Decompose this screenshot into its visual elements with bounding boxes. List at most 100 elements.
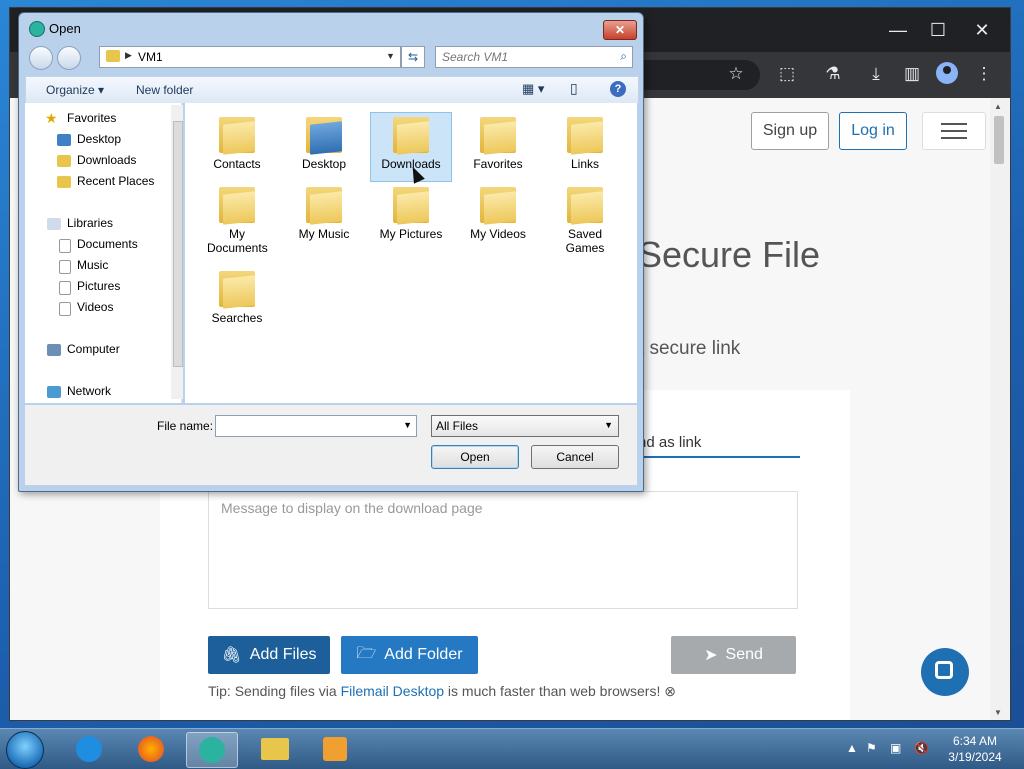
folder-view: Contacts Desktop Downloads Favorites Lin… bbox=[185, 103, 637, 403]
hamburger-menu-icon[interactable] bbox=[922, 112, 986, 150]
nav-documents[interactable]: Documents bbox=[77, 237, 138, 251]
folder-icon bbox=[306, 113, 342, 155]
tip-suffix: is much faster than web browsers! bbox=[444, 683, 661, 699]
send-button[interactable]: ➤ Send bbox=[671, 636, 796, 674]
new-folder-button[interactable]: New folder bbox=[136, 83, 193, 97]
minimize-button[interactable]: — bbox=[886, 20, 910, 41]
nav-music[interactable]: Music bbox=[77, 258, 108, 272]
dismiss-tip-icon[interactable]: ⊗ bbox=[664, 683, 676, 699]
chat-support-icon[interactable] bbox=[921, 648, 969, 696]
file-explorer-icon[interactable] bbox=[250, 732, 300, 766]
folder-icon bbox=[393, 183, 429, 225]
filemail-desktop-link[interactable]: Filemail Desktop bbox=[341, 683, 444, 699]
cancel-button[interactable]: Cancel bbox=[531, 445, 619, 469]
add-folder-button[interactable]: 🗁 Add Folder bbox=[341, 636, 478, 674]
login-button[interactable]: Log in bbox=[839, 112, 907, 150]
folder-icon bbox=[393, 113, 429, 155]
extensions-icon[interactable]: ⬚ bbox=[776, 64, 798, 84]
folder-my-music[interactable]: My Music bbox=[284, 183, 364, 241]
nav-videos[interactable]: Videos bbox=[77, 300, 113, 314]
folder-label: My Videos bbox=[470, 227, 526, 241]
nav-scrollbar-thumb[interactable] bbox=[173, 121, 183, 367]
start-button[interactable] bbox=[6, 731, 44, 769]
command-bar: Organize ▾ New folder ▦ ▾ ▯ ? bbox=[25, 76, 639, 104]
nav-desktop[interactable]: Desktop bbox=[77, 132, 121, 146]
scroll-down-arrow-icon[interactable]: ▼ bbox=[994, 708, 1002, 717]
refresh-icon[interactable]: ⇆ bbox=[401, 46, 425, 68]
message-textarea[interactable]: Message to display on the download page bbox=[208, 491, 798, 609]
maximize-button[interactable]: ☐ bbox=[926, 20, 950, 41]
clock-time: 6:34 AM bbox=[952, 734, 998, 748]
folder-links[interactable]: Links bbox=[545, 113, 625, 171]
nav-computer[interactable]: Computer bbox=[67, 342, 120, 356]
folder-icon bbox=[567, 183, 603, 225]
volume-muted-icon[interactable]: 🔇 bbox=[914, 741, 929, 755]
nav-recent-places[interactable]: Recent Places bbox=[77, 174, 154, 188]
signup-button[interactable]: Sign up bbox=[751, 112, 829, 150]
tip-text: Tip: Sending files via Filemail Desktop … bbox=[208, 683, 676, 700]
folder-my-videos[interactable]: My Videos bbox=[458, 183, 538, 241]
folder-icon bbox=[219, 113, 255, 155]
nav-libraries[interactable]: Libraries bbox=[67, 216, 113, 230]
network-tray-icon[interactable]: ▣ bbox=[890, 741, 901, 755]
help-icon[interactable]: ? bbox=[610, 81, 626, 97]
file-type-select[interactable]: All Files ▼ bbox=[431, 415, 619, 437]
organize-menu[interactable]: Organize ▾ bbox=[46, 83, 104, 97]
download-icon[interactable]: ⤓ bbox=[865, 64, 887, 84]
chevron-down-icon: ▼ bbox=[604, 420, 613, 430]
navigation-pane: ★ Favorites Desktop Downloads Recent Pla… bbox=[25, 103, 183, 403]
chevron-right-icon[interactable]: ▶ bbox=[125, 50, 132, 61]
nav-downloads[interactable]: Downloads bbox=[77, 153, 136, 167]
forward-button[interactable] bbox=[57, 46, 81, 70]
page-scrollbar-thumb[interactable] bbox=[994, 116, 1004, 164]
tray-expand-icon[interactable]: ▲ bbox=[846, 741, 858, 755]
side-panel-icon[interactable]: ▥ bbox=[901, 64, 923, 84]
page-scrollbar[interactable] bbox=[990, 98, 1010, 720]
nav-pictures[interactable]: Pictures bbox=[77, 279, 120, 293]
tab-send-as-link[interactable]: nd as link bbox=[638, 434, 701, 451]
folder-favorites[interactable]: Favorites bbox=[458, 113, 538, 171]
folder-searches[interactable]: Searches bbox=[197, 267, 277, 325]
preview-pane-icon[interactable]: ▯ bbox=[570, 80, 578, 97]
add-files-button[interactable]: 🖇 Add Files bbox=[208, 636, 330, 674]
close-window-button[interactable]: ✕ bbox=[970, 20, 994, 41]
chevron-down-icon[interactable]: ▼ bbox=[386, 51, 395, 61]
send-label: Send bbox=[725, 646, 763, 663]
nav-favorites[interactable]: Favorites bbox=[67, 111, 116, 125]
folder-contacts[interactable]: Contacts bbox=[197, 113, 277, 171]
profile-avatar-icon[interactable] bbox=[936, 62, 958, 84]
scroll-up-arrow-icon[interactable]: ▲ bbox=[994, 102, 1002, 111]
view-options-icon[interactable]: ▦ ▾ bbox=[522, 81, 544, 97]
dialog-close-button[interactable]: ✕ bbox=[603, 20, 637, 40]
folder-icon bbox=[219, 183, 255, 225]
open-button[interactable]: Open bbox=[431, 445, 519, 469]
file-type-value: All Files bbox=[436, 419, 479, 433]
search-icon[interactable]: ⌕ bbox=[620, 49, 627, 64]
media-player-icon[interactable] bbox=[310, 732, 360, 766]
back-button[interactable] bbox=[29, 46, 53, 70]
labs-flask-icon[interactable]: ⚗ bbox=[822, 64, 844, 84]
internet-explorer-icon[interactable] bbox=[64, 732, 114, 766]
music-icon bbox=[59, 260, 71, 274]
folder-my-documents[interactable]: My Documents bbox=[197, 183, 277, 255]
computer-icon bbox=[47, 344, 61, 356]
folder-saved-games[interactable]: Saved Games bbox=[545, 183, 625, 255]
file-name-input[interactable]: ▼ bbox=[215, 415, 417, 437]
system-clock[interactable]: 6:34 AM 3/19/2024 bbox=[940, 733, 1010, 765]
bookmark-star-icon[interactable]: ☆ bbox=[725, 64, 747, 84]
folder-my-pictures[interactable]: My Pictures bbox=[371, 183, 451, 241]
folder-icon bbox=[219, 267, 255, 309]
recent-places-icon bbox=[57, 176, 71, 188]
firefox-icon[interactable] bbox=[126, 732, 176, 766]
folder-icon bbox=[480, 113, 516, 155]
dialog-search-input[interactable]: Search VM1 ⌕ bbox=[435, 46, 633, 68]
chevron-down-icon[interactable]: ▼ bbox=[403, 420, 412, 430]
folder-label: My Documents bbox=[207, 227, 268, 255]
action-center-flag-icon[interactable]: ⚑ bbox=[866, 741, 877, 755]
network-icon bbox=[47, 386, 61, 398]
menu-kebab-icon[interactable]: ⋮ bbox=[973, 64, 995, 84]
folder-desktop[interactable]: Desktop bbox=[284, 113, 364, 171]
dialog-address-bar[interactable]: ▶ VM1 ▼ bbox=[99, 46, 401, 68]
nav-network[interactable]: Network bbox=[67, 384, 111, 398]
open-app-icon[interactable] bbox=[186, 732, 238, 768]
